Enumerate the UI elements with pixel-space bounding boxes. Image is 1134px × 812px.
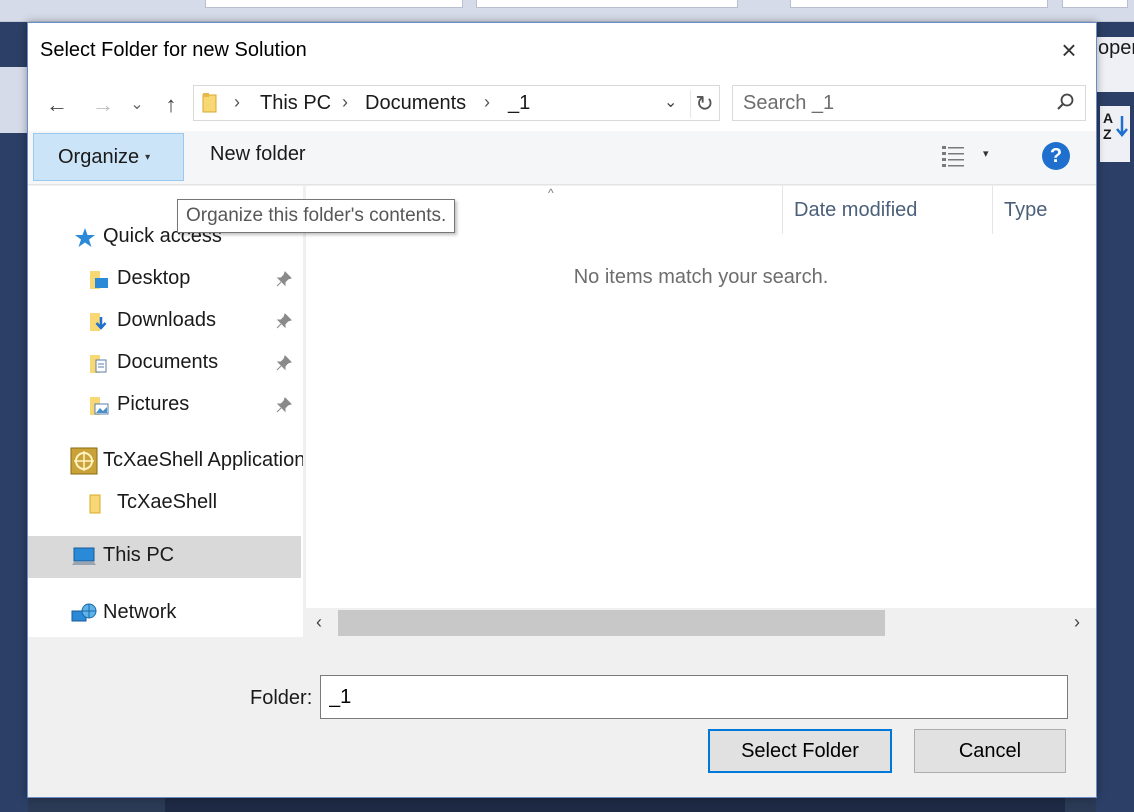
organize-label: Organize <box>58 146 140 168</box>
host-left-tab[interactable] <box>0 67 28 133</box>
star-icon <box>75 228 95 247</box>
host-combo-2[interactable] <box>476 0 738 8</box>
sidebar-item-label: Documents <box>117 351 219 373</box>
sidebar-item-label: TcXaeShell Application <box>103 449 303 471</box>
column-header-date-modified[interactable]: Date modified <box>784 186 992 234</box>
column-header-type[interactable]: Type <box>994 186 1094 234</box>
host-combo-4[interactable] <box>1062 0 1128 8</box>
network-icon <box>71 603 97 622</box>
sidebar-item-documents[interactable]: Documents <box>28 343 303 383</box>
pictures-folder-icon <box>90 397 109 415</box>
sidebar-item-label: Downloads <box>117 309 216 331</box>
sidebar-item-label: Desktop <box>117 267 191 289</box>
sort-ascending-icon: ^ <box>548 186 554 200</box>
host-properties-header: oper <box>1096 37 1134 92</box>
navigation-bar: ← → ⌄ ↑ › This PC › Documents › _1 ⌄ ↻ <box>28 79 1096 131</box>
column-divider[interactable] <box>992 186 993 234</box>
pin-icon[interactable] <box>276 355 292 371</box>
sidebar-item-label: TcXaeShell <box>117 491 218 513</box>
folder-name-field[interactable] <box>320 675 1068 719</box>
sidebar-item-pictures[interactable]: Pictures <box>28 385 303 425</box>
sidebar-item-tcxaeshell[interactable]: TcXaeShell <box>28 483 303 523</box>
sidebar-item-downloads[interactable]: Downloads <box>28 301 303 341</box>
scroll-right-arrow-icon[interactable]: › <box>1074 612 1080 633</box>
new-folder-button[interactable]: New folder <box>210 143 306 166</box>
search-icon[interactable] <box>1055 92 1075 112</box>
breadcrumb-separator-icon: › <box>342 92 348 112</box>
pin-icon[interactable] <box>276 313 292 329</box>
folder-icon <box>89 494 101 514</box>
dialog-titlebar: Select Folder for new Solution × <box>28 23 1096 79</box>
sidebar-item-this-pc[interactable]: This PC <box>28 536 301 578</box>
organize-button[interactable]: Organize ▾ <box>33 133 184 181</box>
breadcrumb-separator-icon: › <box>234 92 240 112</box>
close-icon[interactable]: × <box>1052 33 1086 67</box>
search-input[interactable] <box>733 86 1053 120</box>
file-list-pane: ^ Date modified Type No items match your… <box>306 186 1096 637</box>
desktop-folder-icon <box>90 271 108 289</box>
sidebar-item-label: Network <box>103 601 177 623</box>
view-options-caret-icon[interactable]: ▾ <box>983 147 989 160</box>
navigation-pane: Quick access Desktop Downloads Documents <box>28 186 303 637</box>
host-properties-panel: oper AZ <box>1096 22 1134 812</box>
organize-caret-icon: ▾ <box>145 151 151 163</box>
sidebar-item-label: Pictures <box>117 393 190 415</box>
back-arrow-icon[interactable]: ← <box>42 89 72 121</box>
pin-icon[interactable] <box>276 397 292 413</box>
sidebar-item-label: This PC <box>103 544 175 566</box>
address-bar[interactable]: › This PC › Documents › _1 ⌄ ↻ <box>193 85 720 121</box>
pin-icon[interactable] <box>276 271 292 287</box>
host-app-toolbar <box>0 0 1134 22</box>
change-view-icon[interactable] <box>940 143 970 169</box>
breadcrumb-current[interactable]: _1 <box>508 92 530 115</box>
folder-icon <box>202 93 217 113</box>
empty-state-message: No items match your search. <box>573 266 829 288</box>
forward-arrow-icon[interactable]: → <box>88 89 118 121</box>
horizontal-scrollbar[interactable]: ‹ › <box>306 608 1096 637</box>
address-dropdown-chevron-icon[interactable]: ⌄ <box>664 92 677 112</box>
dialog-title: Select Folder for new Solution <box>40 39 307 61</box>
sort-alphabetical-icon[interactable]: AZ <box>1100 106 1130 162</box>
help-icon[interactable]: ? <box>1042 142 1070 170</box>
tcxaeshell-app-icon <box>70 447 98 475</box>
host-bottom-bar <box>165 797 1065 812</box>
documents-folder-icon <box>90 355 107 373</box>
column-divider[interactable] <box>782 186 783 234</box>
computer-icon <box>72 547 96 565</box>
breadcrumb-separator-icon: › <box>484 92 490 112</box>
host-combo-3[interactable] <box>790 0 1048 8</box>
cancel-button[interactable]: Cancel <box>914 729 1066 773</box>
downloads-folder-icon <box>90 313 107 331</box>
organize-tooltip: Organize this folder's contents. <box>177 199 456 233</box>
command-toolbar: Organize ▾ New folder ▾ ? <box>28 131 1096 185</box>
scroll-left-arrow-icon[interactable]: ‹ <box>316 612 322 633</box>
host-combo-1[interactable] <box>205 0 463 8</box>
select-folder-button[interactable]: Select Folder <box>708 729 892 773</box>
sidebar-item-network[interactable]: Network <box>28 593 303 633</box>
scrollbar-thumb[interactable] <box>338 610 885 636</box>
sidebar-item-tcxaeshell-application[interactable]: TcXaeShell Application <box>28 441 303 481</box>
search-box[interactable] <box>732 85 1086 121</box>
folder-label: Folder: <box>250 687 313 709</box>
breadcrumb-documents[interactable]: Documents <box>365 92 466 115</box>
sidebar-item-desktop[interactable]: Desktop <box>28 259 303 299</box>
refresh-icon[interactable]: ↻ <box>690 90 718 118</box>
host-left-panel <box>0 22 28 812</box>
up-arrow-icon[interactable]: ↑ <box>156 89 186 121</box>
breadcrumb-this-pc[interactable]: This PC <box>260 92 331 115</box>
select-folder-dialog: Select Folder for new Solution × ← → ⌄ ↑… <box>27 22 1097 798</box>
recent-locations-chevron-icon[interactable]: ⌄ <box>126 89 148 121</box>
